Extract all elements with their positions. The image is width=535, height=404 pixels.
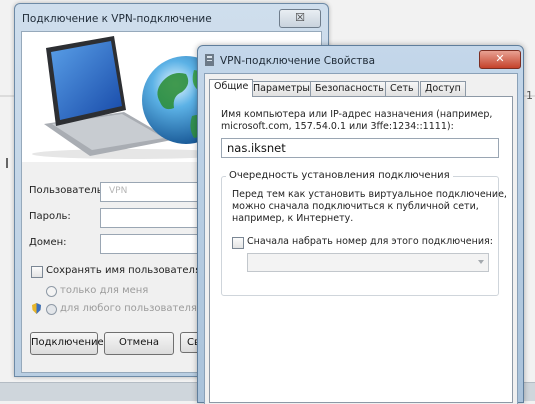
dial-first-combo[interactable] xyxy=(247,253,489,272)
group-text-line3: например, к Интернету. xyxy=(232,213,354,224)
dialog-title: VPN-подключение Свойства xyxy=(220,55,376,67)
close-button[interactable]: ✕ xyxy=(479,50,521,69)
any-user-radio[interactable] xyxy=(46,304,57,315)
dial-first-label: Сначала набрать номер для этого подключе… xyxy=(247,236,493,247)
dialog-title: Подключение к VPN-подключение xyxy=(22,13,212,25)
domain-label: Домен: xyxy=(29,237,67,248)
group-text-line2: можно сначала подключиться к публичной с… xyxy=(232,201,479,212)
user-label: Пользователь: xyxy=(29,185,107,196)
connection-order-title: Очередность установления подключения xyxy=(226,170,453,181)
tab-security[interactable]: Безопасность xyxy=(310,81,389,96)
password-label: Пароль: xyxy=(29,211,71,222)
general-tab-panel: Имя компьютера или IP-адрес назначения (… xyxy=(209,96,513,403)
chevron-down-icon xyxy=(478,260,484,264)
dialog-client-area: Общие Параметры Безопасность Сеть Доступ… xyxy=(204,73,518,404)
host-label-line2: microsoft.com, 157.54.0.1 или 3ffe:1234:… xyxy=(221,121,454,132)
group-text-line1: Перед тем как установить виртуальное под… xyxy=(232,189,507,200)
host-input-value: nas.iksnet xyxy=(227,141,286,155)
close-button[interactable]: ☒ xyxy=(279,9,321,28)
user-field-value: VPN xyxy=(109,186,128,196)
any-user-label: для любого пользователя xyxy=(60,303,197,314)
desktop-mark xyxy=(6,158,8,168)
host-input[interactable]: nas.iksnet xyxy=(221,138,499,158)
connect-button[interactable]: Подключение xyxy=(30,332,104,355)
tab-access[interactable]: Доступ xyxy=(420,81,466,96)
desktop-edge-mark: 1 xyxy=(526,89,533,102)
tab-network[interactable]: Сеть xyxy=(385,81,419,96)
vpn-properties-dialog: VPN-подключение Свойства ✕ Общие Парамет… xyxy=(197,45,524,404)
tab-parameters[interactable]: Параметры xyxy=(248,81,315,96)
host-label-line1: Имя компьютера или IP-адрес назначения (… xyxy=(221,109,493,120)
save-user-checkbox[interactable] xyxy=(31,266,43,278)
only-me-label: только для меня xyxy=(60,285,149,296)
network-icon xyxy=(205,54,214,66)
tab-general[interactable]: Общие xyxy=(209,79,254,97)
uac-shield-icon xyxy=(32,303,41,314)
cancel-button[interactable]: Отмена xyxy=(104,332,174,355)
dial-first-checkbox[interactable] xyxy=(232,237,244,249)
only-me-radio[interactable] xyxy=(46,286,57,297)
